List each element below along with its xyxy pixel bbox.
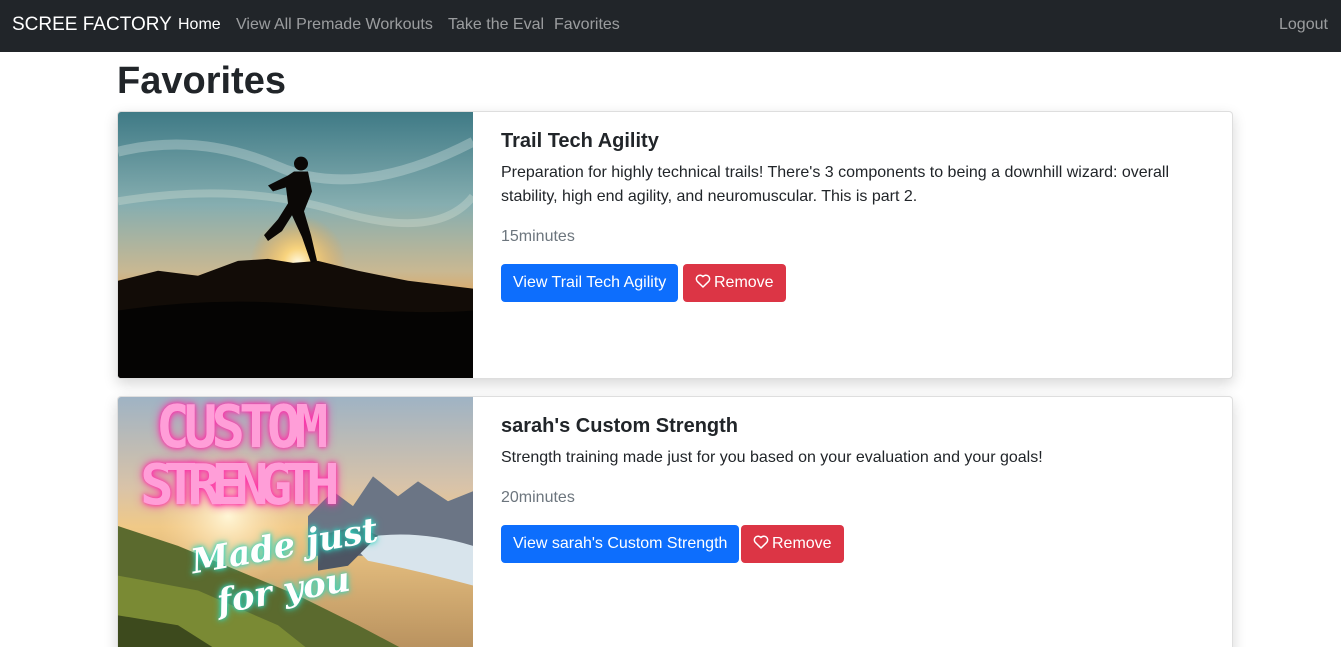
- remove-button-label: Remove: [714, 274, 774, 291]
- image-overlay-text: CUSTOM STRENGTH Made just for you: [118, 397, 473, 647]
- page-title: Favorites: [117, 60, 286, 102]
- overlay-line-strength: STRENGTH: [140, 453, 340, 518]
- nav-link-favorites[interactable]: Favorites: [554, 15, 620, 35]
- favorite-card: CUSTOM STRENGTH Made just for you sarah'…: [117, 396, 1233, 647]
- remove-button-label: Remove: [772, 535, 832, 552]
- workout-duration: 20minutes: [501, 489, 575, 506]
- remove-favorite-button[interactable]: Remove: [683, 264, 786, 302]
- heart-icon: [753, 535, 769, 549]
- brand-logo[interactable]: SCREE FACTORY: [12, 13, 172, 37]
- workout-description: Preparation for highly technical trails!…: [501, 164, 1169, 205]
- workout-title: Trail Tech Agility: [501, 130, 659, 152]
- view-workout-button-label: View Trail Tech Agility: [513, 274, 667, 291]
- workout-duration: 15minutes: [501, 228, 575, 245]
- navbar: SCREE FACTORY Home View All Premade Work…: [0, 0, 1341, 52]
- workout-image: CUSTOM STRENGTH Made just for you: [118, 397, 473, 647]
- remove-favorite-button[interactable]: Remove: [741, 525, 844, 563]
- workout-image: [118, 112, 473, 378]
- nav-link-home[interactable]: Home: [178, 15, 221, 35]
- favorite-card: Trail Tech Agility Preparation for highl…: [117, 111, 1233, 379]
- nav-link-premade-workouts[interactable]: View All Premade Workouts: [236, 15, 433, 35]
- logout-link[interactable]: Logout: [1279, 15, 1328, 35]
- heart-icon: [695, 274, 711, 288]
- workout-title: sarah's Custom Strength: [501, 415, 739, 437]
- overlay-line-custom: CUSTOM: [156, 396, 328, 462]
- view-workout-button[interactable]: View sarah's Custom Strength: [501, 525, 740, 563]
- nav-link-take-eval[interactable]: Take the Eval: [448, 15, 544, 35]
- view-workout-button[interactable]: View Trail Tech Agility: [501, 264, 679, 302]
- view-workout-button-label: View sarah's Custom Strength: [513, 535, 728, 552]
- runner-silhouette-image: [118, 112, 473, 378]
- workout-description: Strength training made just for you base…: [501, 449, 1043, 466]
